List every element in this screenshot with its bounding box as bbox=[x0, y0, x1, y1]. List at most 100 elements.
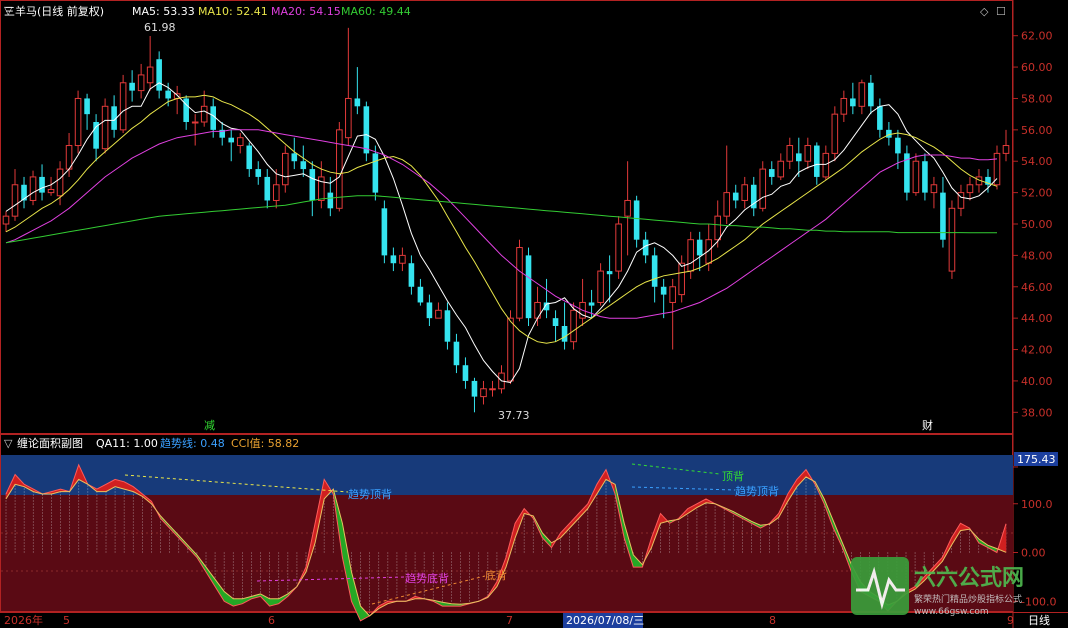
candle-body bbox=[930, 184, 938, 194]
high-price-label: 61.98 bbox=[144, 21, 176, 34]
chart-title: 三羊马(日线 前复权) bbox=[4, 4, 104, 18]
annotation-trend-bottom: 趋势底背 bbox=[405, 571, 449, 585]
candle-body bbox=[624, 199, 631, 217]
ma60-label: MA60: 49.44 bbox=[341, 5, 411, 18]
annotation-trend-top-2: 趋势顶背 bbox=[735, 484, 779, 498]
footer-date-label: 2026/07/08/三 bbox=[566, 614, 644, 627]
candle-body bbox=[822, 152, 830, 178]
watermark-brand: 六六公式网 bbox=[914, 566, 1024, 591]
candle-body bbox=[101, 105, 109, 150]
sub-y-tick-label: -100.0 bbox=[1021, 595, 1056, 608]
main-y-tick-label: 42.00 bbox=[1021, 344, 1053, 357]
annotation-bottom: 底背 bbox=[485, 568, 507, 582]
candle-body bbox=[687, 239, 694, 272]
candle-body bbox=[426, 302, 433, 319]
candle-body bbox=[137, 74, 145, 92]
candle-body bbox=[408, 263, 415, 287]
candle-body bbox=[462, 365, 469, 381]
candle-body bbox=[471, 380, 478, 397]
finance-mark: 财 bbox=[922, 418, 933, 432]
candle-body bbox=[200, 105, 208, 123]
main-y-tick-label: 52.00 bbox=[1021, 187, 1053, 200]
candle-body bbox=[948, 207, 956, 272]
candle-body bbox=[507, 317, 514, 382]
candle-body bbox=[119, 82, 127, 131]
square-icon[interactable]: ☐ bbox=[996, 5, 1006, 18]
candle-body bbox=[850, 98, 856, 107]
main-y-tick-label: 54.00 bbox=[1021, 155, 1053, 168]
footer-year: 2026年 bbox=[4, 613, 43, 627]
candle-body bbox=[39, 176, 45, 193]
candle-body bbox=[588, 302, 595, 306]
candle-body bbox=[714, 215, 722, 241]
candle-body bbox=[516, 247, 523, 319]
candle-body bbox=[777, 160, 785, 178]
sub-y-tick-label: 100.0 bbox=[1021, 498, 1053, 511]
candle-body bbox=[453, 341, 460, 366]
sub-blue-band bbox=[1, 455, 1013, 495]
main-y-tick-label: 58.00 bbox=[1021, 92, 1053, 105]
main-y-tick-label: 56.00 bbox=[1021, 124, 1053, 137]
candle-body bbox=[84, 98, 90, 115]
low-price-label: 37.73 bbox=[498, 409, 530, 422]
main-y-tick-label: 38.00 bbox=[1021, 406, 1053, 419]
candle-body bbox=[381, 208, 388, 256]
candle-body bbox=[606, 271, 613, 275]
sub-corner-arrow-icon[interactable]: ▽ bbox=[4, 437, 13, 450]
diamond-icon[interactable]: ◇ bbox=[980, 5, 989, 18]
candle-body bbox=[660, 286, 667, 295]
candle-body bbox=[732, 192, 739, 201]
current-value-label: 175.43 bbox=[1017, 453, 1056, 466]
candle-body bbox=[309, 169, 316, 201]
footer-month-9: 9 bbox=[1007, 614, 1014, 627]
footer-month-5: 5 bbox=[63, 614, 70, 627]
candle-body bbox=[678, 262, 685, 296]
candle-body bbox=[29, 176, 37, 201]
candle-body bbox=[786, 145, 794, 162]
cci-label: CCI值: 58.82 bbox=[231, 437, 299, 450]
candle-body bbox=[156, 59, 162, 91]
candle-body bbox=[56, 168, 64, 197]
candle-body bbox=[93, 122, 99, 149]
candle-body bbox=[814, 145, 820, 177]
candle-body bbox=[868, 82, 874, 107]
main-y-tick-label: 40.00 bbox=[1021, 375, 1053, 388]
candle-body bbox=[129, 82, 135, 91]
candle-body bbox=[417, 286, 424, 303]
candle-body bbox=[372, 153, 379, 193]
candle-body bbox=[570, 309, 577, 343]
candle-body bbox=[768, 169, 775, 177]
candle-body bbox=[246, 145, 253, 170]
candle-body bbox=[804, 145, 812, 162]
candle-body bbox=[912, 160, 920, 194]
footer-month-8: 8 bbox=[769, 614, 776, 627]
candle-body bbox=[390, 255, 397, 264]
main-y-tick-label: 50.00 bbox=[1021, 218, 1053, 231]
watermark-url: www.66gsw.com bbox=[914, 607, 989, 617]
candle-body bbox=[696, 239, 703, 256]
candle-body bbox=[236, 137, 244, 147]
sub-title: 缠论面积副图 bbox=[17, 436, 83, 450]
footer-period[interactable]: 日线 bbox=[1028, 613, 1050, 627]
candle-body bbox=[300, 161, 307, 170]
main-y-tick-label: 46.00 bbox=[1021, 281, 1053, 294]
candle-body bbox=[597, 270, 604, 303]
candle-body bbox=[615, 223, 622, 272]
watermark-slogan: 繁荣热门精品炒股指标公式 bbox=[914, 593, 1022, 605]
qa11-label: QA11: 1.00 bbox=[96, 437, 158, 450]
candle-body bbox=[895, 137, 901, 154]
candle-body bbox=[435, 309, 442, 319]
candle-body bbox=[363, 106, 370, 154]
footer-month-6: 6 bbox=[268, 614, 275, 627]
candle-body bbox=[336, 129, 343, 209]
candle-body bbox=[291, 153, 298, 162]
candle-body bbox=[651, 255, 658, 287]
candle-body bbox=[741, 184, 749, 201]
candle-body bbox=[552, 318, 559, 326]
candle-body bbox=[796, 153, 802, 162]
candle-body bbox=[264, 176, 271, 201]
candle-body bbox=[191, 121, 199, 124]
ma-line-ma5 bbox=[5, 82, 998, 384]
ma5-label: MA5: 53.33 bbox=[132, 5, 195, 18]
reduce-mark: 减 bbox=[204, 419, 215, 432]
